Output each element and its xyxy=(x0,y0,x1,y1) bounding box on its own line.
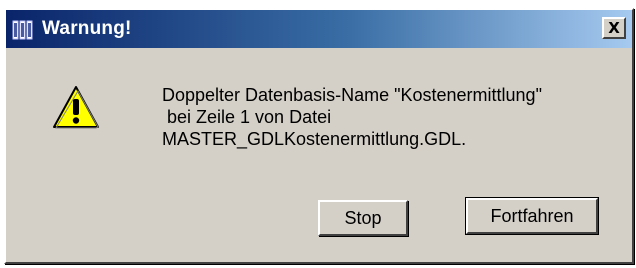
continue-button[interactable]: Fortfahren xyxy=(465,197,599,235)
close-icon: X xyxy=(608,18,620,37)
close-button[interactable]: X xyxy=(602,17,626,39)
stop-button-label: Stop xyxy=(344,207,382,228)
dialog-title: Warnung! xyxy=(42,18,132,39)
message-line: Doppelter Datenbasis-Name "Kostenermittl… xyxy=(162,85,542,105)
warning-dialog: Warnung! X Doppelter Datenbasis-Name "Ko… xyxy=(4,8,634,264)
continue-button-label: Fortfahren xyxy=(490,205,574,226)
message-line: MASTER_GDLKostenermittlung.GDL. xyxy=(162,129,467,149)
message-text: Doppelter Datenbasis-Name "Kostenermittl… xyxy=(162,84,622,150)
app-columns-icon xyxy=(12,20,33,40)
title-bar[interactable]: Warnung! X xyxy=(6,10,632,48)
warning-triangle-icon xyxy=(53,86,99,129)
message-line: bei Zeile 1 von Datei xyxy=(162,107,332,127)
stop-button[interactable]: Stop xyxy=(318,200,408,236)
